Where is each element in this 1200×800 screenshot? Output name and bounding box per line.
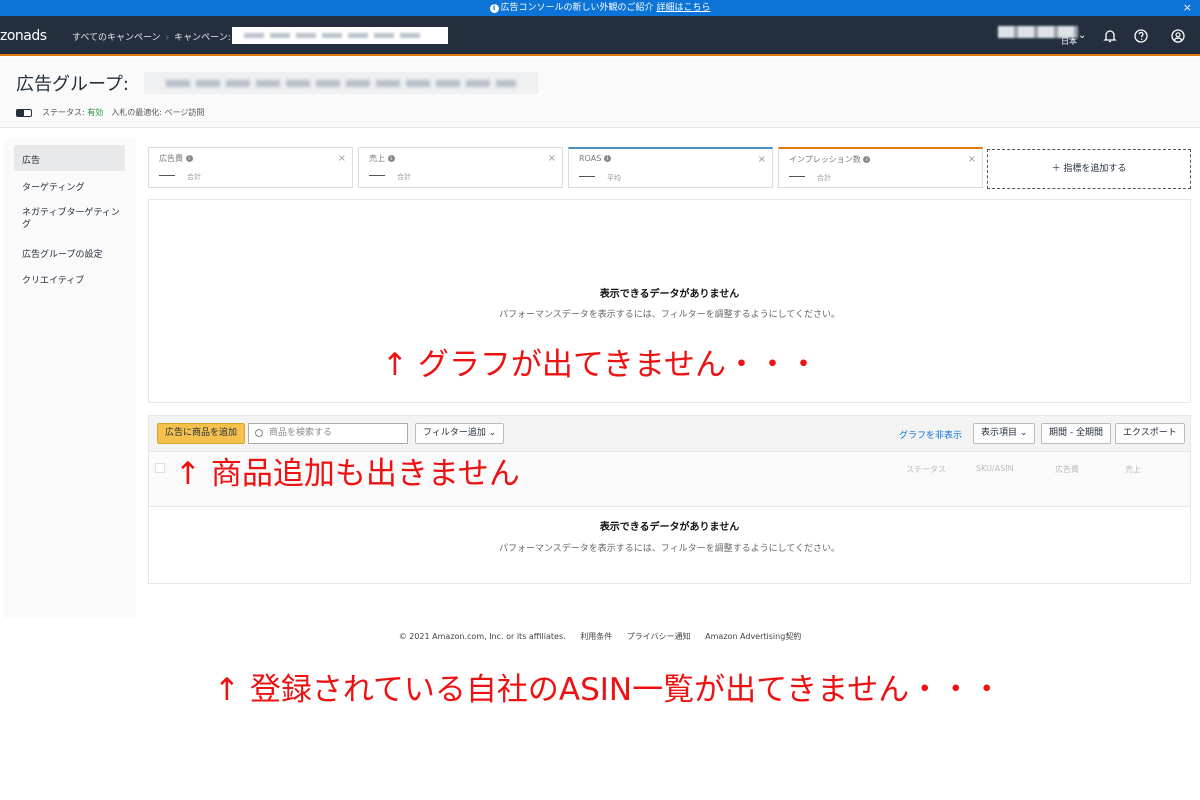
search-placeholder: 商品を検索する — [269, 428, 333, 438]
hide-graph-link[interactable]: グラフを非表示 — [899, 428, 962, 441]
column-header-status[interactable]: ステータス — [906, 464, 946, 475]
banner-text: 広告コンソールの新しい外観のご紹介 — [500, 3, 654, 13]
footer-privacy-link[interactable]: プライバシー通知 — [627, 632, 691, 641]
products-table-body: 表示できるデータがありません パフォーマンスデータを表示するには、フィルターを調… — [148, 506, 1191, 584]
chart-no-data-message: パフォーマンスデータを表示するには、フィルターを調整するようにしてください。 — [498, 310, 841, 320]
table-no-data-message: パフォーマンスデータを表示するには、フィルターを調整するようにしてください。 — [498, 544, 841, 554]
metric-name: 売上 — [369, 154, 385, 163]
status-row: ステータス: 有効 入札の最適化: ページ訪問 — [16, 107, 204, 118]
metric-name: 広告費 — [159, 154, 183, 163]
add-filter-button[interactable]: フィルター追加 ⌄ — [415, 423, 505, 444]
annotation-graph: ↑ グラフが出てきません・・・ — [382, 347, 819, 383]
remove-metric-icon[interactable]: × — [338, 153, 346, 164]
metric-aggregation: 合計 — [817, 174, 831, 182]
info-icon: i — [387, 155, 395, 162]
footer: © 2021 Amazon.com, Inc. or its affiliate… — [0, 631, 1200, 642]
page-title: 広告グループ: — [16, 74, 129, 95]
bid-optimization-value: ページ訪問 — [164, 108, 205, 117]
info-icon: i — [489, 4, 499, 13]
top-navigation-bar: zonads すべてのキャンペーン › キャンペーン: 日本 ⌄ — [0, 16, 1200, 56]
banner-details-link[interactable]: 詳細はこちら — [656, 3, 710, 13]
columns-button[interactable]: 表示項目 ⌄ — [973, 423, 1036, 444]
help-icon[interactable] — [1133, 28, 1149, 44]
breadcrumb-campaign[interactable]: キャンペーン: — [174, 33, 231, 43]
status-value: 有効 — [87, 108, 104, 117]
status-label: ステータス: — [42, 108, 85, 117]
annotation-product: ↑ 商品追加も出きません — [175, 456, 520, 492]
info-icon: i — [863, 156, 871, 163]
amazon-ads-logo[interactable]: zonads — [0, 28, 47, 44]
metric-card-roas[interactable]: ROAS i × 平均 — [568, 147, 773, 188]
metric-aggregation: 平均 — [607, 174, 621, 182]
ad-group-name-redacted — [144, 72, 538, 94]
breadcrumb: すべてのキャンペーン › キャンペーン: — [72, 30, 231, 43]
breadcrumb-all-campaigns[interactable]: すべてのキャンペーン — [72, 33, 161, 43]
bell-icon[interactable] — [1102, 28, 1118, 44]
info-icon: i — [185, 155, 193, 162]
select-all-checkbox[interactable] — [155, 463, 165, 473]
account-chevron-down-icon[interactable]: ⌄ — [1078, 30, 1086, 41]
metric-card-impressions[interactable]: インプレッション数 i × 合計 — [778, 147, 983, 188]
metric-card-spend[interactable]: 広告費 i × 合計 — [148, 147, 353, 188]
search-icon — [255, 429, 263, 437]
sidebar-item-negative-targeting[interactable]: ネガティブターゲティング — [22, 207, 124, 231]
chart-no-data-title: 表示できるデータがありません — [599, 289, 740, 300]
metric-card-sales[interactable]: 売上 i × 合計 — [358, 147, 563, 188]
metric-value-placeholder — [159, 175, 175, 176]
info-icon: i — [603, 155, 611, 162]
breadcrumb-separator: › — [165, 33, 170, 43]
table-no-data-title: 表示できるデータがありません — [599, 522, 740, 533]
sidebar-item-targeting[interactable]: ターゲティング — [22, 180, 84, 193]
campaign-name-redacted — [232, 27, 448, 44]
date-range-button[interactable]: 期間 - 全期間 — [1041, 423, 1111, 444]
add-metric-button[interactable]: ＋ 指標を追加する — [987, 149, 1191, 189]
announcement-banner: i 広告コンソールの新しい外観のご紹介 詳細はこちら × — [0, 0, 1200, 16]
footer-copyright: © 2021 Amazon.com, Inc. or its affiliate… — [398, 632, 566, 641]
user-account-icon[interactable] — [1170, 28, 1186, 44]
add-products-button[interactable]: 広告に商品を追加 — [157, 423, 246, 444]
ad-group-header: 広告グループ: ステータス: 有効 入札の最適化: ページ訪問 — [0, 58, 1200, 128]
marketplace-label: 日本 — [1061, 37, 1077, 46]
column-header-sku-asin[interactable]: SKU/ASIN — [976, 464, 1014, 473]
close-icon[interactable]: × — [1183, 0, 1192, 16]
footer-terms-link[interactable]: 利用条件 — [580, 632, 612, 641]
export-button[interactable]: エクスポート — [1115, 423, 1185, 444]
metric-value-placeholder — [579, 176, 595, 177]
metric-value-placeholder — [789, 176, 805, 177]
metric-aggregation: 合計 — [187, 173, 201, 181]
column-header-sales[interactable]: 売上 — [1125, 464, 1141, 475]
status-toggle[interactable] — [16, 108, 32, 117]
remove-metric-icon[interactable]: × — [968, 154, 976, 165]
metric-aggregation: 合計 — [397, 173, 411, 181]
sidebar-item-creative[interactable]: クリエイティブ — [22, 273, 84, 286]
remove-metric-icon[interactable]: × — [548, 153, 556, 164]
column-header-spend[interactable]: 広告費 — [1055, 464, 1079, 475]
product-search-input[interactable]: 商品を検索する — [248, 423, 408, 444]
metric-value-placeholder — [369, 175, 385, 176]
metric-name: インプレッション数 — [789, 155, 861, 164]
sidebar-item-ads[interactable]: 広告 — [22, 153, 40, 166]
footer-agreement-link[interactable]: Amazon Advertising契約 — [705, 632, 801, 641]
remove-metric-icon[interactable]: × — [758, 154, 766, 165]
sidebar-item-ad-group-settings[interactable]: 広告グループの設定 — [22, 247, 102, 260]
annotation-asin: ↑ 登録されている自社のASIN一覧が出てきません・・・ — [214, 672, 1003, 708]
metric-name: ROAS — [579, 154, 602, 163]
logo-text: zonads — [0, 28, 47, 44]
bid-optimization-label: 入札の最適化: — [111, 108, 162, 117]
